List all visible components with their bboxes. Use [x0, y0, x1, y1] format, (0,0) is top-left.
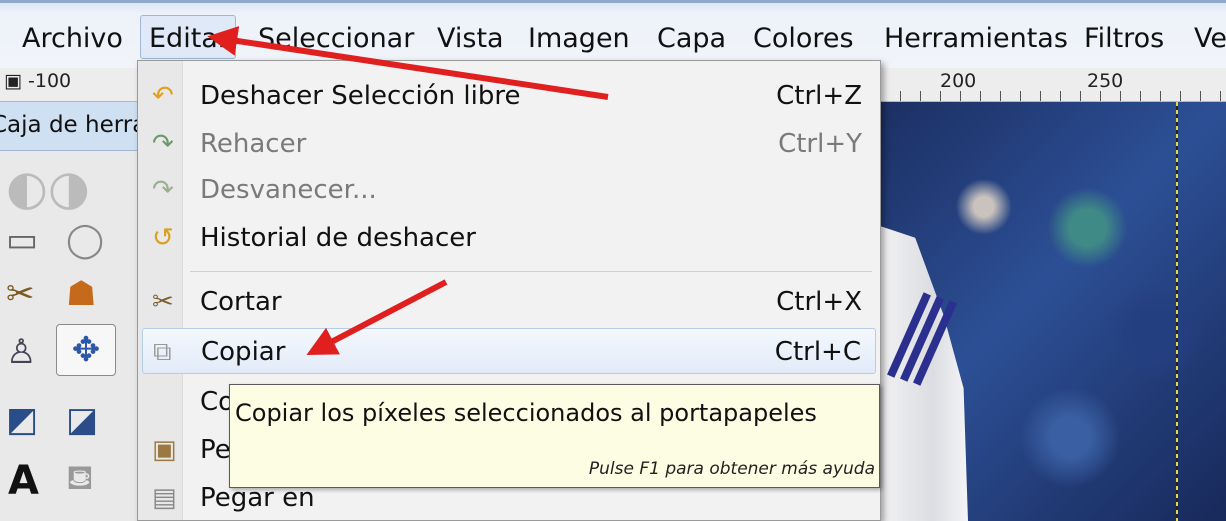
- menu-item-label: Deshacer Selección libre: [200, 81, 521, 111]
- menu-item-rehacer[interactable]: ↷ Rehacer Ctrl+Y: [142, 121, 876, 167]
- menu-item-desvanecer[interactable]: ↷ Desvanecer...: [142, 167, 876, 213]
- menu-item-deshacer[interactable]: ↶ Deshacer Selección libre Ctrl+Z: [142, 73, 876, 119]
- history-icon: ↺: [152, 223, 174, 253]
- tooltip-text: Copiar los píxeles seleccionados al port…: [235, 399, 817, 427]
- toolbox-title: Caja de herramientas: [0, 102, 140, 151]
- menu-imagen[interactable]: Imagen: [528, 23, 630, 54]
- menu-item-label: Desvanecer...: [200, 175, 377, 205]
- menu-item-shortcut: Ctrl+Y: [778, 129, 862, 159]
- menu-colores[interactable]: Colores: [753, 23, 854, 54]
- redo-icon: ↷: [152, 129, 174, 159]
- menu-archivo[interactable]: Archivo: [22, 23, 123, 54]
- menu-item-label: Pe: [200, 435, 231, 465]
- menu-item-label: Rehacer: [200, 129, 307, 159]
- crop-icon[interactable]: ◩: [6, 400, 38, 440]
- menu-item-cortar[interactable]: ✂ Cortar Ctrl+X: [142, 279, 876, 325]
- menu-separator: [190, 271, 872, 272]
- fade-icon: ↷: [152, 175, 174, 205]
- menu-item-shortcut: Ctrl+X: [776, 287, 862, 317]
- tooltip-hint: Pulse F1 para obtener más ayuda: [588, 459, 875, 479]
- tooltip: Copiar los píxeles seleccionados al port…: [229, 384, 880, 488]
- rect-select-icon[interactable]: ▭: [6, 220, 38, 260]
- menu-item-shortcut: Ctrl+Z: [776, 81, 862, 111]
- menu-vista[interactable]: Vista: [437, 23, 504, 54]
- menu-item-shortcut: Ctrl+C: [774, 337, 861, 367]
- menu-seleccionar[interactable]: Seleccionar: [258, 23, 414, 54]
- menu-item-label: Cortar: [200, 287, 282, 317]
- undo-icon: ↶: [152, 81, 174, 111]
- ruler-label: ▣ -100: [4, 70, 72, 92]
- menu-bar: Archivo Editar Seleccionar Vista Imagen …: [0, 0, 1226, 68]
- gimp-logo-icon: ◐◑: [6, 160, 90, 216]
- paste-into-icon: ▤: [152, 483, 177, 513]
- layer-boundary: [1176, 102, 1178, 521]
- menu-capa[interactable]: Capa: [657, 23, 726, 54]
- copy-icon: ⧉: [153, 337, 172, 367]
- text-tool-icon[interactable]: A: [8, 458, 39, 504]
- menu-ventanas[interactable]: Ve: [1194, 23, 1226, 54]
- paths-icon[interactable]: ♙: [6, 332, 36, 372]
- paste-icon: ▣: [152, 435, 177, 465]
- scissors-select-icon[interactable]: ✂: [6, 274, 35, 314]
- foreground-select-icon[interactable]: ☗: [66, 274, 96, 314]
- menu-editar[interactable]: Editar: [140, 15, 236, 59]
- ellipse-select-icon[interactable]: ◯: [66, 220, 104, 260]
- move-tool-icon[interactable]: ✥: [56, 324, 116, 376]
- menu-item-label: Historial de deshacer: [200, 223, 476, 253]
- menu-item-historial[interactable]: ↺ Historial de deshacer: [142, 215, 876, 261]
- bucket-fill-icon[interactable]: ⛾: [66, 458, 94, 503]
- ruler-label-minus100: -100: [28, 70, 72, 92]
- ruler-label-250: 250: [1087, 70, 1124, 92]
- toolbox-panel: Caja de herramientas ◐◑ ▭ ◯ ✂ ☗ ♙ ✥ ◩ ◪ …: [0, 102, 140, 521]
- menu-item-label: Copiar: [201, 337, 286, 367]
- menu-item-copiar[interactable]: ⧉ Copiar Ctrl+C: [142, 328, 876, 374]
- menu-herramientas[interactable]: Herramientas: [884, 23, 1068, 54]
- ruler-ticks: [880, 91, 1226, 101]
- ruler-label-200: 200: [940, 70, 977, 92]
- scissors-icon: ✂: [152, 287, 174, 317]
- transform-icon[interactable]: ◪: [66, 400, 98, 440]
- menu-filtros[interactable]: Filtros: [1084, 23, 1164, 54]
